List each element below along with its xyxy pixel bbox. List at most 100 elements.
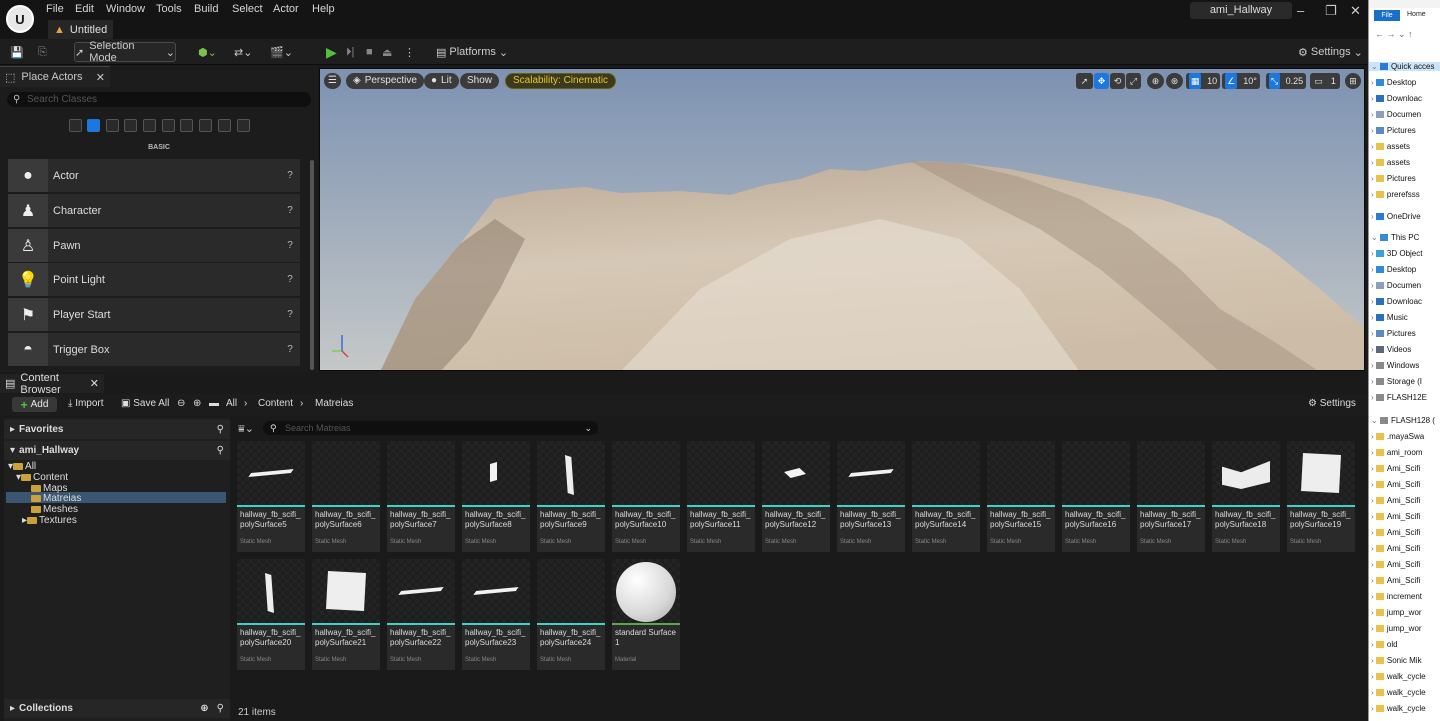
help-icon[interactable]: ? xyxy=(280,274,300,285)
geometry-category-icon[interactable] xyxy=(180,119,193,132)
explorer-nav-item[interactable]: › walk_cycle xyxy=(1371,688,1426,697)
asset-tile[interactable]: hallway_fb_scifi_polySurface13 Static Mes… xyxy=(836,440,906,553)
explorer-nav-item[interactable]: › Storage (I xyxy=(1371,377,1422,386)
filter-icon[interactable]: ⩸⌄ xyxy=(238,422,254,436)
asset-tile[interactable]: standard Surface1 Material xyxy=(611,558,681,671)
explorer-nav-item[interactable]: › walk_cycle xyxy=(1371,672,1426,681)
add-actor-icon[interactable]: ⬢⌄ xyxy=(198,43,217,61)
tree-item-all[interactable]: ▾ All xyxy=(8,461,36,472)
level-tab[interactable]: ▲ Untitled xyxy=(48,20,114,39)
save-icon[interactable]: 💾 xyxy=(10,43,24,61)
asset-tile[interactable]: hallway_fb_scifi_polySurface10 Static Mes… xyxy=(611,440,681,553)
show-button[interactable]: Show xyxy=(460,73,500,89)
more-category-icon[interactable] xyxy=(237,119,250,132)
rotate-tool-icon[interactable]: ⟲ xyxy=(1110,73,1125,89)
explorer-nav-item[interactable]: › 3D Object xyxy=(1371,249,1422,258)
content-browser-settings-button[interactable]: ⚙ Settings xyxy=(1308,398,1356,409)
unreal-logo-icon[interactable]: U xyxy=(6,5,34,33)
blueprint-icon[interactable]: ⇄⌄ xyxy=(234,43,252,61)
search-icon[interactable]: ⚲ xyxy=(217,445,224,456)
explorer-nav-item[interactable]: › Downloac xyxy=(1371,94,1422,103)
explorer-nav-item[interactable]: › Sonic Mik xyxy=(1371,656,1422,665)
help-icon[interactable]: ? xyxy=(280,170,300,181)
volumes-category-icon[interactable] xyxy=(199,119,212,132)
visual-effects-category-icon[interactable] xyxy=(162,119,175,132)
explorer-nav-item[interactable]: › Ami_Scifi xyxy=(1371,496,1420,505)
all-classes-category-icon[interactable] xyxy=(218,119,231,132)
asset-tile[interactable]: hallway_fb_scifi_polySurface20 Static Mes… xyxy=(236,558,306,671)
select-tool-icon[interactable]: ➚ xyxy=(1076,73,1093,89)
menu-file[interactable]: File xyxy=(46,3,64,15)
breadcrumb-content[interactable]: Content xyxy=(258,398,293,409)
explorer-nav-arrows[interactable]: ← → ⌄ ↑ xyxy=(1375,29,1413,40)
scale-tool-icon[interactable]: ⤢ xyxy=(1126,73,1141,89)
explorer-nav-item[interactable]: › Ami_Scifi xyxy=(1371,464,1420,473)
explorer-nav-item[interactable]: › increment xyxy=(1371,592,1422,601)
play-icon[interactable]: ▶ xyxy=(326,43,337,61)
explorer-nav-item[interactable]: › .mayaSwa xyxy=(1371,432,1424,441)
breadcrumb-all[interactable]: All xyxy=(226,398,237,409)
explorer-nav-item[interactable]: › Ami_Scifi xyxy=(1371,576,1420,585)
explorer-nav-item[interactable]: › Windows xyxy=(1371,361,1419,370)
asset-tile[interactable]: hallway_fb_scifi_polySurface12 Static Mes… xyxy=(761,440,831,553)
shapes-category-icon[interactable] xyxy=(124,119,137,132)
menu-build[interactable]: Build xyxy=(194,3,218,15)
scalability-warning[interactable]: Scalability: Cinematic xyxy=(505,73,617,89)
explorer-nav-item[interactable]: › Ami_Scifi xyxy=(1371,528,1420,537)
search-classes-input[interactable]: ⚲ Search Classes xyxy=(7,92,311,107)
menu-edit[interactable]: Edit xyxy=(75,3,94,15)
expand-arrow-icon[interactable]: ⌄ xyxy=(1371,416,1380,425)
explorer-nav-item[interactable]: › jump_wor xyxy=(1371,624,1422,633)
asset-tile[interactable]: hallway_fb_scifi_polySurface14 Static Mes… xyxy=(911,440,981,553)
viewport-layout-icon[interactable]: ⊞ xyxy=(1345,73,1361,89)
help-icon[interactable]: ? xyxy=(280,309,300,320)
add-collection-icon[interactable]: ⊕ xyxy=(200,703,208,714)
menu-window[interactable]: Window xyxy=(106,3,145,15)
actor-item-actor[interactable]: ● Actor ? xyxy=(8,159,300,192)
asset-tile[interactable]: hallway_fb_scifi_polySurface6 Static Mesh xyxy=(311,440,381,553)
collections-header[interactable]: ▸ Collections ⊕ ⚲ xyxy=(4,699,230,718)
explorer-nav-item[interactable]: ⌄ FLASH128 ( xyxy=(1371,416,1435,425)
recent-category-icon[interactable] xyxy=(69,119,82,132)
explorer-nav-item[interactable]: › Ami_Scifi xyxy=(1371,512,1420,521)
stop-icon[interactable]: ■ xyxy=(366,43,373,61)
eject-icon[interactable]: ⏏ xyxy=(382,43,392,61)
surface-snap-icon[interactable]: ⊛ xyxy=(1166,73,1183,89)
project-header[interactable]: ▾ ami_Hallway ⚲ xyxy=(4,441,230,460)
asset-tile[interactable]: hallway_fb_scifi_polySurface17 Static Mes… xyxy=(1136,440,1206,553)
selection-mode-dropdown[interactable]: ➚ Selection Mode ⌄ xyxy=(74,40,176,64)
translate-tool-icon[interactable]: ✥ xyxy=(1094,73,1109,89)
actor-item-point-light[interactable]: 💡 Point Light ? xyxy=(8,263,300,296)
menu-select[interactable]: Select xyxy=(232,3,263,15)
history-forward-icon[interactable]: ⊕ xyxy=(193,398,201,409)
basic-category-icon[interactable] xyxy=(87,119,100,132)
explorer-nav-item[interactable]: › Pictures xyxy=(1371,126,1416,135)
asset-tile[interactable]: hallway_fb_scifi_polySurface23 Static Mes… xyxy=(461,558,531,671)
asset-tile[interactable]: hallway_fb_scifi_polySurface11 Static Mes… xyxy=(686,440,756,553)
explorer-file-tab[interactable]: File xyxy=(1374,10,1400,21)
step-icon[interactable]: ⏵| xyxy=(346,43,354,61)
explorer-nav-item[interactable]: › Pictures xyxy=(1371,174,1416,183)
lit-button[interactable]: ● Lit xyxy=(424,73,459,89)
actor-item-player-start[interactable]: ⚑ Player Start ? xyxy=(8,298,300,331)
tree-item-matreias[interactable]: Matreias xyxy=(31,493,81,504)
minimize-icon[interactable]: – xyxy=(1297,3,1304,18)
explorer-nav-item[interactable]: › Downloac xyxy=(1371,297,1422,306)
explorer-nav-item[interactable]: › Videos xyxy=(1371,345,1411,354)
history-back-icon[interactable]: ⊖ xyxy=(177,398,185,409)
asset-tile[interactable]: hallway_fb_scifi_polySurface21 Static Mes… xyxy=(311,558,381,671)
asset-tile[interactable]: hallway_fb_scifi_polySurface24 Static Mes… xyxy=(536,558,606,671)
search-assets-input[interactable]: ⚲ Search Matreias ⌄ xyxy=(263,421,598,435)
explorer-nav-item[interactable]: › Documen xyxy=(1371,281,1421,290)
maximize-icon[interactable]: ❐ xyxy=(1325,3,1337,19)
explorer-home-tab[interactable]: Home xyxy=(1407,11,1426,18)
explorer-nav-item[interactable]: › Ami_Scifi xyxy=(1371,544,1420,553)
menu-tools[interactable]: Tools xyxy=(156,3,182,15)
tree-item-textures[interactable]: ▸ Textures xyxy=(22,515,77,526)
close-tab-icon[interactable]: ✕ xyxy=(90,377,99,390)
favorites-header[interactable]: ▸ Favorites ⚲ xyxy=(4,420,230,439)
close-icon[interactable]: ✕ xyxy=(1350,3,1361,19)
explorer-nav-item[interactable]: ⌄ Quick acces xyxy=(1369,62,1440,71)
content-browser-tab[interactable]: ▤ Content Browser ✕ xyxy=(0,372,104,396)
help-icon[interactable]: ? xyxy=(280,205,300,216)
